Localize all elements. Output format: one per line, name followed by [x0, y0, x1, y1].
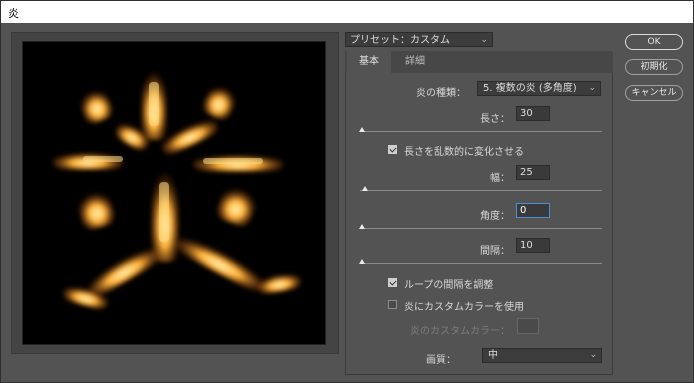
quality-label: 画質： — [426, 355, 456, 366]
ok-button[interactable]: OK — [625, 34, 683, 50]
interval-slider-thumb[interactable] — [359, 259, 365, 264]
interval-label: 間隔： — [480, 246, 510, 257]
custom-color-label: 炎にカスタムカラーを使用 — [404, 302, 524, 313]
chevron-down-icon: ⌄ — [588, 83, 596, 93]
angle-label: 角度： — [480, 211, 510, 222]
length-slider[interactable] — [360, 131, 602, 132]
reset-button[interactable]: 初期化 — [625, 59, 683, 75]
length-slider-thumb[interactable] — [359, 127, 365, 132]
tab-bar: 基本 詳細 — [345, 51, 613, 73]
tab-basic[interactable]: 基本 — [347, 51, 391, 73]
flame-preview[interactable] — [22, 41, 326, 345]
width-slider-thumb[interactable] — [362, 186, 368, 191]
angle-slider-thumb[interactable] — [359, 224, 365, 229]
randomize-length-label: 長さを乱数的に変化させる — [404, 147, 524, 158]
quality-value: 中 — [488, 350, 498, 361]
flame-text-preview-image — [53, 70, 301, 310]
quality-dropdown[interactable]: 中 ⌄ — [482, 348, 602, 363]
width-slider[interactable] — [360, 190, 602, 191]
window-title: 炎 — [8, 7, 19, 20]
settings-panel: 炎の種類： 5. 複数の炎 (多角度) ⌄ 長さ： 30 長さを乱数的に変化させ… — [345, 73, 613, 375]
preset-label: プリセット：カスタム — [350, 35, 450, 46]
adjust-loop-checkbox[interactable] — [388, 278, 397, 287]
width-label: 幅： — [490, 173, 510, 184]
length-label: 長さ： — [480, 114, 510, 125]
randomize-length-checkbox[interactable] — [388, 145, 397, 154]
interval-slider[interactable] — [360, 263, 602, 264]
preset-dropdown[interactable]: プリセット：カスタム ⌄ — [345, 32, 493, 47]
cancel-button[interactable]: キャンセル — [625, 85, 683, 101]
flame-type-label: 炎の種類： — [416, 88, 466, 99]
title-bar: 炎 — [1, 1, 693, 23]
width-input[interactable]: 25 — [516, 165, 550, 180]
chevron-down-icon: ⌄ — [480, 35, 488, 45]
tab-detail[interactable]: 詳細 — [393, 51, 437, 73]
flame-type-value: 5. 複数の炎 (多角度) — [483, 83, 577, 94]
custom-color-checkbox[interactable] — [388, 300, 397, 309]
length-input[interactable]: 30 — [516, 106, 550, 121]
adjust-loop-label: ループの間隔を調整 — [404, 280, 494, 291]
flame-type-dropdown[interactable]: 5. 複数の炎 (多角度) ⌄ — [477, 81, 601, 96]
chevron-down-icon: ⌄ — [589, 350, 597, 360]
angle-slider[interactable] — [360, 228, 602, 229]
flame-custom-color-swatch — [517, 318, 539, 334]
angle-input[interactable]: 0 — [516, 203, 550, 218]
interval-input[interactable]: 10 — [516, 238, 550, 253]
flame-custom-color-label: 炎のカスタムカラー： — [410, 326, 510, 337]
